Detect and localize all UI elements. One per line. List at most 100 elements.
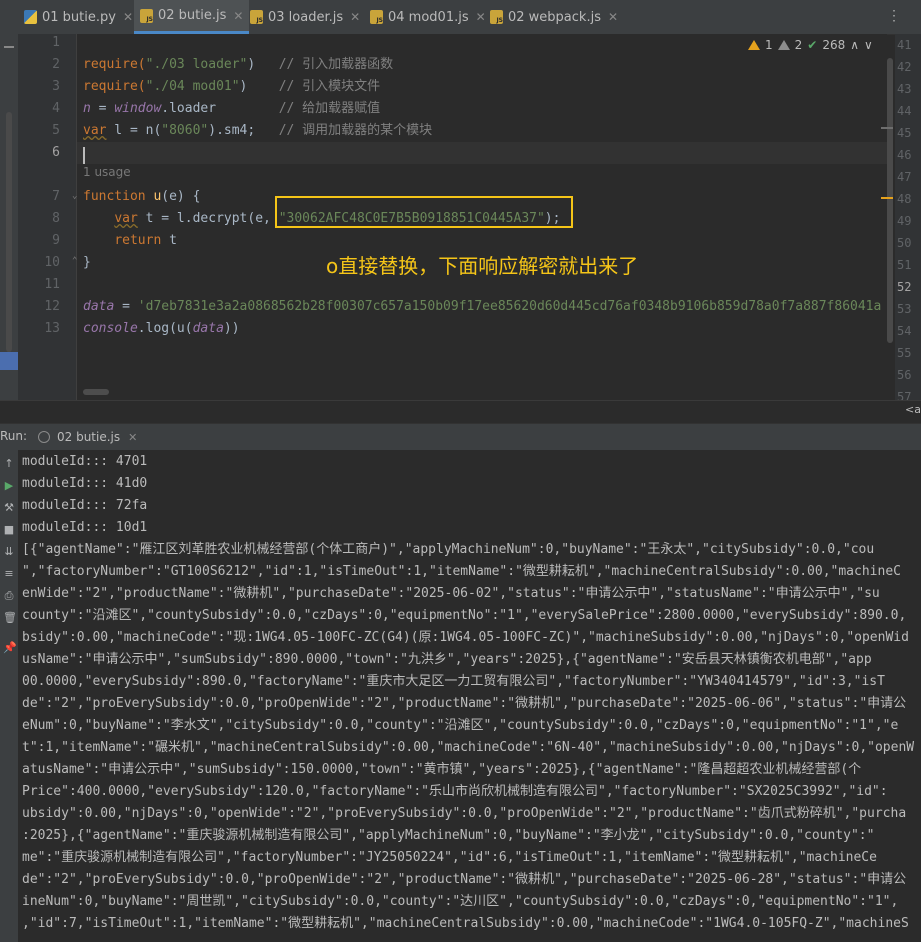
line-number: 3 bbox=[52, 79, 60, 94]
console-line: enWide":"2","productName":"微耕机","purchas… bbox=[22, 586, 880, 601]
console-line: moduleId::: 72fa bbox=[22, 498, 148, 513]
js-file-icon bbox=[250, 10, 263, 24]
highlight-box bbox=[275, 196, 573, 228]
console-line: bsidy":0.00,"machineCode":"现:1WG4.05-100… bbox=[22, 630, 909, 645]
run-console[interactable]: moduleId::: 4701 moduleId::: 41d0 module… bbox=[18, 450, 921, 942]
run-tab[interactable]: 02 butie.js ✕ bbox=[38, 424, 137, 450]
console-line: county":"沿滩区","countySubsidy":0.0,"czDay… bbox=[22, 608, 907, 623]
line-number: 13 bbox=[44, 321, 60, 336]
warning-marker[interactable] bbox=[881, 197, 893, 199]
console-line: usName":"申请公示中","sumSubsidy":890.0000,"t… bbox=[22, 652, 872, 667]
console-line: :2025},{"agentName":"重庆骏源机械制造有限公司","appl… bbox=[22, 828, 875, 843]
rerun-icon[interactable]: ↑ bbox=[3, 458, 15, 470]
warning-icon bbox=[748, 40, 760, 50]
tab-label: 01 butie.py bbox=[42, 9, 116, 25]
horizontal-scrollbar[interactable] bbox=[83, 389, 109, 395]
code-line-5: var l = n("8060").sm4; // 调用加载器的某个模块 bbox=[83, 123, 433, 138]
line-number: 56 bbox=[897, 368, 912, 382]
code-line-4: n = window.loader // 给加载器赋值 bbox=[83, 101, 381, 116]
tab-label: 03 loader.js bbox=[268, 9, 344, 25]
close-icon[interactable]: ✕ bbox=[128, 431, 137, 444]
tab-label: 02 webpack.js bbox=[508, 9, 601, 25]
project-scrollbar[interactable] bbox=[6, 112, 12, 352]
console-line: Price":400.0000,"everySubsidy":120.0,"fa… bbox=[22, 784, 888, 799]
usage-hint[interactable]: 1 usage bbox=[83, 165, 131, 179]
code-line-7: function u(e) { bbox=[83, 189, 201, 204]
breadcrumb[interactable]: <a bbox=[905, 403, 921, 416]
line-number: 47 bbox=[897, 170, 912, 184]
console-line: me":"重庆骏源机械制造有限公司","factoryNumber":"JY25… bbox=[22, 850, 877, 865]
wrench-icon[interactable]: ⚒ bbox=[3, 502, 15, 514]
annotation-text: o直接替换，下面响应解密就出来了 bbox=[326, 254, 639, 278]
close-icon[interactable]: ✕ bbox=[608, 10, 618, 24]
line-number: 43 bbox=[897, 82, 912, 96]
weak-warning-count: 2 bbox=[794, 38, 803, 52]
typo-count: 268 bbox=[822, 38, 846, 52]
console-line: ,"id":7,"isTimeOut":1,"itemName":"微型耕耘机"… bbox=[22, 916, 909, 931]
tab-02-webpack-js[interactable]: 02 webpack.js ✕ bbox=[490, 0, 618, 34]
more-vertical-icon[interactable]: ⋮ bbox=[887, 8, 901, 24]
line-number: 45 bbox=[897, 126, 912, 140]
line-number: 49 bbox=[897, 214, 912, 228]
print-icon[interactable]: ⎙ bbox=[3, 590, 15, 602]
console-line: ineNum":0,"buyName":"周世凯","citySubsidy":… bbox=[22, 894, 899, 909]
console-line: moduleId::: 41d0 bbox=[22, 476, 148, 491]
line-number: 51 bbox=[897, 258, 912, 272]
project-tool-icon[interactable] bbox=[4, 46, 14, 48]
line-number: 8 bbox=[52, 211, 60, 226]
next-highlight-icon[interactable]: ∨ bbox=[864, 38, 873, 52]
close-icon[interactable]: ✕ bbox=[476, 10, 486, 24]
soft-wrap-icon[interactable]: ≡ bbox=[3, 568, 15, 580]
line-number: 52 bbox=[897, 280, 912, 294]
line-number: 7 bbox=[52, 189, 60, 204]
run-tab-label: 02 butie.js bbox=[57, 430, 121, 444]
code-editor[interactable]: require("./03 loader") // 引入加载器函数 requir… bbox=[77, 34, 887, 400]
vertical-scrollbar[interactable] bbox=[887, 58, 893, 343]
code-line-12: data = 'd7eb7831e3a2a0868562b28f00307c65… bbox=[83, 299, 882, 314]
tab-03-loader-js[interactable]: 03 loader.js ✕ bbox=[250, 0, 360, 34]
trash-icon[interactable]: 🗑 bbox=[3, 612, 17, 624]
scroll-to-end-icon[interactable]: ⇊ bbox=[3, 546, 15, 558]
previous-highlight-icon[interactable]: ∧ bbox=[850, 38, 859, 52]
pin-icon[interactable]: 📌 bbox=[3, 642, 17, 654]
js-file-icon bbox=[490, 10, 503, 24]
console-line: [{"agentName":"雁江区刘革胜农业机械经营部(个体工商户)","ap… bbox=[22, 542, 875, 557]
typo-check-icon: ✔ bbox=[807, 38, 818, 52]
close-icon[interactable]: ✕ bbox=[350, 10, 360, 24]
code-line-13: console.log(u(data)) bbox=[83, 321, 240, 336]
tab-label: 02 butie.js bbox=[158, 8, 227, 23]
editor-tab-bar: 01 butie.py ✕ 02 butie.js ✕ 03 loader.js… bbox=[0, 0, 921, 35]
console-line: t":1,"itemName":"碾米机","machineCentralSub… bbox=[22, 740, 915, 755]
breadcrumb-bar: <a bbox=[0, 400, 921, 423]
scroll-marker bbox=[881, 127, 893, 129]
line-number: 46 bbox=[897, 148, 912, 162]
tab-01-butie-py[interactable]: 01 butie.py ✕ bbox=[24, 0, 133, 34]
line-number: 6 bbox=[52, 145, 60, 160]
js-file-icon bbox=[140, 8, 153, 23]
close-icon[interactable]: ✕ bbox=[123, 10, 133, 24]
python-file-icon bbox=[24, 10, 37, 24]
console-line: 00.0000,"everySubsidy":890.0,"factoryNam… bbox=[22, 674, 885, 689]
split-pane-gutter: 41 42 43 44 45 46 47 48 49 50 51 52 53 5… bbox=[895, 34, 921, 404]
play-icon[interactable]: ▶ bbox=[3, 480, 15, 492]
text-caret bbox=[83, 147, 85, 164]
warning-count: 1 bbox=[765, 38, 773, 52]
tab-04-mod01-js[interactable]: 04 mod01.js ✕ bbox=[370, 0, 486, 34]
inspection-widget[interactable]: 1 2 ✔ 268 ∧ ∨ bbox=[748, 36, 873, 54]
line-number: 55 bbox=[897, 346, 912, 360]
console-line: atusName":"申请公示中","sumSubsidy":150.0000,… bbox=[22, 762, 862, 777]
stop-icon[interactable]: ■ bbox=[3, 524, 15, 536]
code-line-2: require("./03 loader") // 引入加载器函数 bbox=[83, 57, 394, 72]
code-line-9: return t bbox=[114, 233, 177, 248]
console-line: eNum":0,"buyName":"李水文","citySubsidy":0.… bbox=[22, 718, 899, 733]
selected-tool-icon[interactable] bbox=[0, 352, 18, 370]
close-icon[interactable]: ✕ bbox=[233, 9, 243, 23]
line-number: 4 bbox=[52, 101, 60, 116]
run-panel-header: Run: 02 butie.js ✕ bbox=[0, 423, 921, 451]
code-line-10: } bbox=[83, 255, 91, 270]
run-toolbar: ↑ ▶ ⚒ ■ ⇊ ≡ ⎙ 🗑 📌 bbox=[0, 450, 19, 942]
line-number: 41 bbox=[897, 38, 912, 52]
line-number: 10 bbox=[44, 255, 60, 270]
tab-02-butie-js[interactable]: 02 butie.js ✕ bbox=[134, 0, 250, 34]
console-line: ","factoryNumber":"GT100S6212","id":1,"i… bbox=[22, 564, 901, 579]
